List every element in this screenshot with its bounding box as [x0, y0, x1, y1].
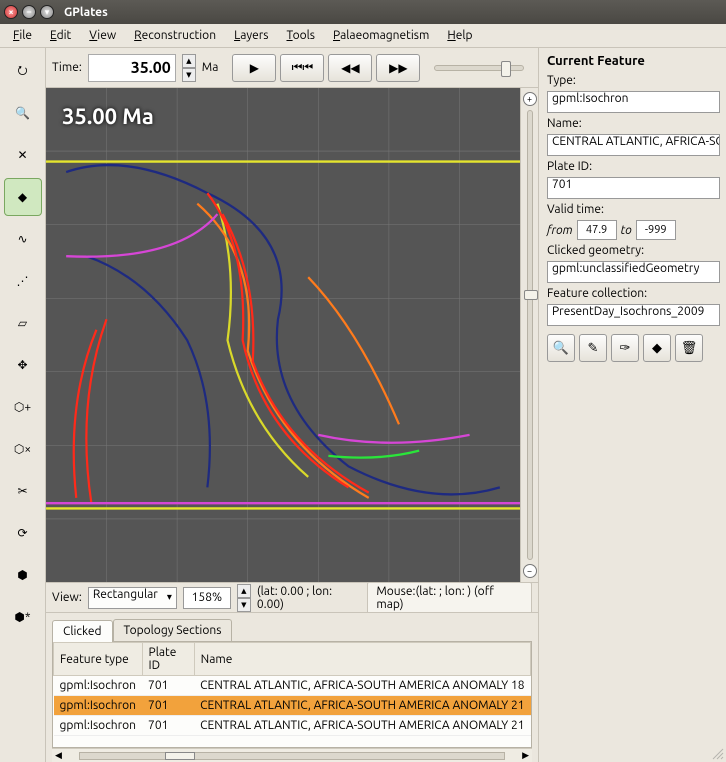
type-label: Type: — [547, 74, 720, 87]
col-name[interactable]: Name — [194, 643, 530, 676]
menu-view[interactable]: View — [82, 27, 123, 44]
time-step-up[interactable]: ▲ — [182, 54, 196, 68]
current-feature-dock: Current Feature Type: gpml:Isochron Name… — [538, 48, 726, 762]
valid-from-field[interactable] — [577, 220, 617, 240]
menu-edit[interactable]: Edit — [43, 27, 78, 44]
clicked-geom-label: Clicked geometry: — [547, 244, 720, 257]
type-field: gpml:Isochron — [547, 91, 720, 113]
feature-tabs-panel: ClickedTopology Sections Feature typePla… — [46, 612, 538, 762]
time-label: Time: — [52, 61, 82, 74]
close-icon[interactable]: × — [4, 5, 18, 19]
tool-choose-feature[interactable]: ◆ — [4, 178, 42, 216]
time-step-down[interactable]: ▼ — [182, 68, 196, 82]
zoom-input[interactable] — [183, 587, 231, 609]
zoom-out-icon[interactable]: − — [523, 564, 537, 578]
menu-tools[interactable]: Tools — [279, 27, 322, 44]
valid-from-label: from — [547, 224, 573, 237]
time-input[interactable] — [88, 54, 176, 82]
name-field: CENTRAL ATLANTIC, AFRICA-SOUTH AMERICA A… — [547, 134, 720, 156]
name-label: Name: — [547, 117, 720, 130]
step-forward-button[interactable]: ▶▶ — [376, 54, 420, 82]
col-plate-id[interactable]: Plate ID — [142, 643, 194, 676]
view-label: View: — [52, 591, 82, 604]
col-feature-type[interactable]: Feature type — [54, 643, 143, 676]
tool-move-geometry[interactable]: ✥ — [4, 346, 42, 384]
tool-edit-topology[interactable]: ⬢* — [4, 598, 42, 636]
table-row[interactable]: gpml:Isochron701CENTRAL ATLANTIC, AFRICA… — [54, 716, 531, 736]
tool-split-feature[interactable]: ✂ — [4, 472, 42, 510]
tool-digitise-polygon[interactable]: ▱ — [4, 304, 42, 342]
menu-reconstruction[interactable]: Reconstruction — [127, 27, 223, 44]
table-row[interactable]: gpml:Isochron701CENTRAL ATLANTIC, AFRICA… — [54, 676, 531, 696]
step-back-button[interactable]: ◀◀ — [328, 54, 372, 82]
valid-to-field[interactable] — [636, 220, 676, 240]
play-button[interactable]: ▶ — [232, 54, 276, 82]
valid-to-label: to — [621, 224, 632, 237]
maximize-icon[interactable]: ▾ — [40, 5, 54, 19]
zoom-in-icon[interactable]: + — [523, 92, 537, 106]
map-time-overlay: 35.00 Ma — [62, 104, 154, 129]
tool-delete-vertex[interactable]: ⬡× — [4, 430, 42, 468]
tool-digitise-polyline[interactable]: ∿ — [4, 220, 42, 258]
validtime-label: Valid time: — [547, 203, 720, 216]
window-title: GPlates — [64, 6, 108, 19]
tool-build-topology[interactable]: ⬢ — [4, 556, 42, 594]
menu-palaeomagnetism[interactable]: Palaeomagnetism — [326, 27, 436, 44]
tool-palette: ⭮ 🔍 ✕ ◆ ∿ ⋰ ▱ ✥ ⬡+ ⬡× ✂ ⟳ ⬢ ⬢* — [0, 48, 46, 762]
tab-clicked[interactable]: Clicked — [52, 620, 113, 642]
plateid-label: Plate ID: — [547, 160, 720, 173]
tool-measure[interactable]: ✕ — [4, 136, 42, 174]
zoom-step-down[interactable]: ▼ — [237, 598, 251, 612]
time-controls: Time: ▲ ▼ Ma ▶ ⏮⏮ ◀◀ ▶▶ — [46, 48, 538, 88]
tool-manipulate-pole[interactable]: ⟳ — [4, 514, 42, 552]
edit-feature-button[interactable]: ✎ — [579, 334, 607, 362]
time-slider[interactable] — [434, 65, 524, 71]
plateid-field: 701 — [547, 177, 720, 199]
window-titlebar: × – ▾ GPlates — [0, 0, 726, 24]
projection-select[interactable]: Rectangular — [88, 587, 177, 609]
camera-status: (lat: 0.00 ; lon: 0.00) — [257, 585, 362, 611]
time-unit: Ma — [202, 61, 219, 74]
clone-feature-button[interactable]: ◆ — [643, 334, 671, 362]
tool-insert-vertex[interactable]: ⬡+ — [4, 388, 42, 426]
copy-geometry-button[interactable]: ✑ — [611, 334, 639, 362]
tool-zoom-globe[interactable]: 🔍 — [4, 94, 42, 132]
minimize-icon[interactable]: – — [22, 5, 36, 19]
clicked-features-table: Feature typePlate IDName gpml:Isochron70… — [53, 642, 531, 736]
menubar: FileEditViewReconstructionLayersToolsPal… — [0, 24, 726, 48]
query-feature-button[interactable]: 🔍 — [547, 334, 575, 362]
zoom-scrollbar: + − — [520, 88, 538, 582]
menu-file[interactable]: File — [6, 27, 39, 44]
resize-handle-icon[interactable] — [710, 746, 724, 760]
mouse-status: Mouse:(lat: ; lon: ) (off map) — [367, 582, 532, 614]
zoom-step-up[interactable]: ▲ — [237, 584, 251, 598]
collection-label: Feature collection: — [547, 287, 720, 300]
menu-help[interactable]: Help — [440, 27, 479, 44]
reset-button[interactable]: ⏮⏮ — [280, 54, 324, 82]
view-bar: View: Rectangular ▲ ▼ (lat: 0.00 ; lon: … — [46, 582, 538, 612]
clicked-geom-field: gpml:unclassifiedGeometry — [547, 261, 720, 283]
collection-field: PresentDay_Isochrons_2009 — [547, 304, 720, 326]
zoom-track[interactable] — [527, 110, 533, 560]
menu-layers[interactable]: Layers — [227, 27, 275, 44]
tool-digitise-multipoint[interactable]: ⋰ — [4, 262, 42, 300]
tab-topology-sections[interactable]: Topology Sections — [113, 619, 233, 641]
map-canvas[interactable]: 35.00 Ma — [46, 88, 520, 582]
delete-feature-button[interactable]: 🗑 — [675, 334, 703, 362]
current-feature-heading: Current Feature — [547, 54, 720, 68]
tool-drag-globe[interactable]: ⭮ — [4, 52, 42, 90]
table-hscroll[interactable]: ◀ ▶ — [52, 748, 532, 762]
table-row[interactable]: gpml:Isochron701CENTRAL ATLANTIC, AFRICA… — [54, 696, 531, 716]
